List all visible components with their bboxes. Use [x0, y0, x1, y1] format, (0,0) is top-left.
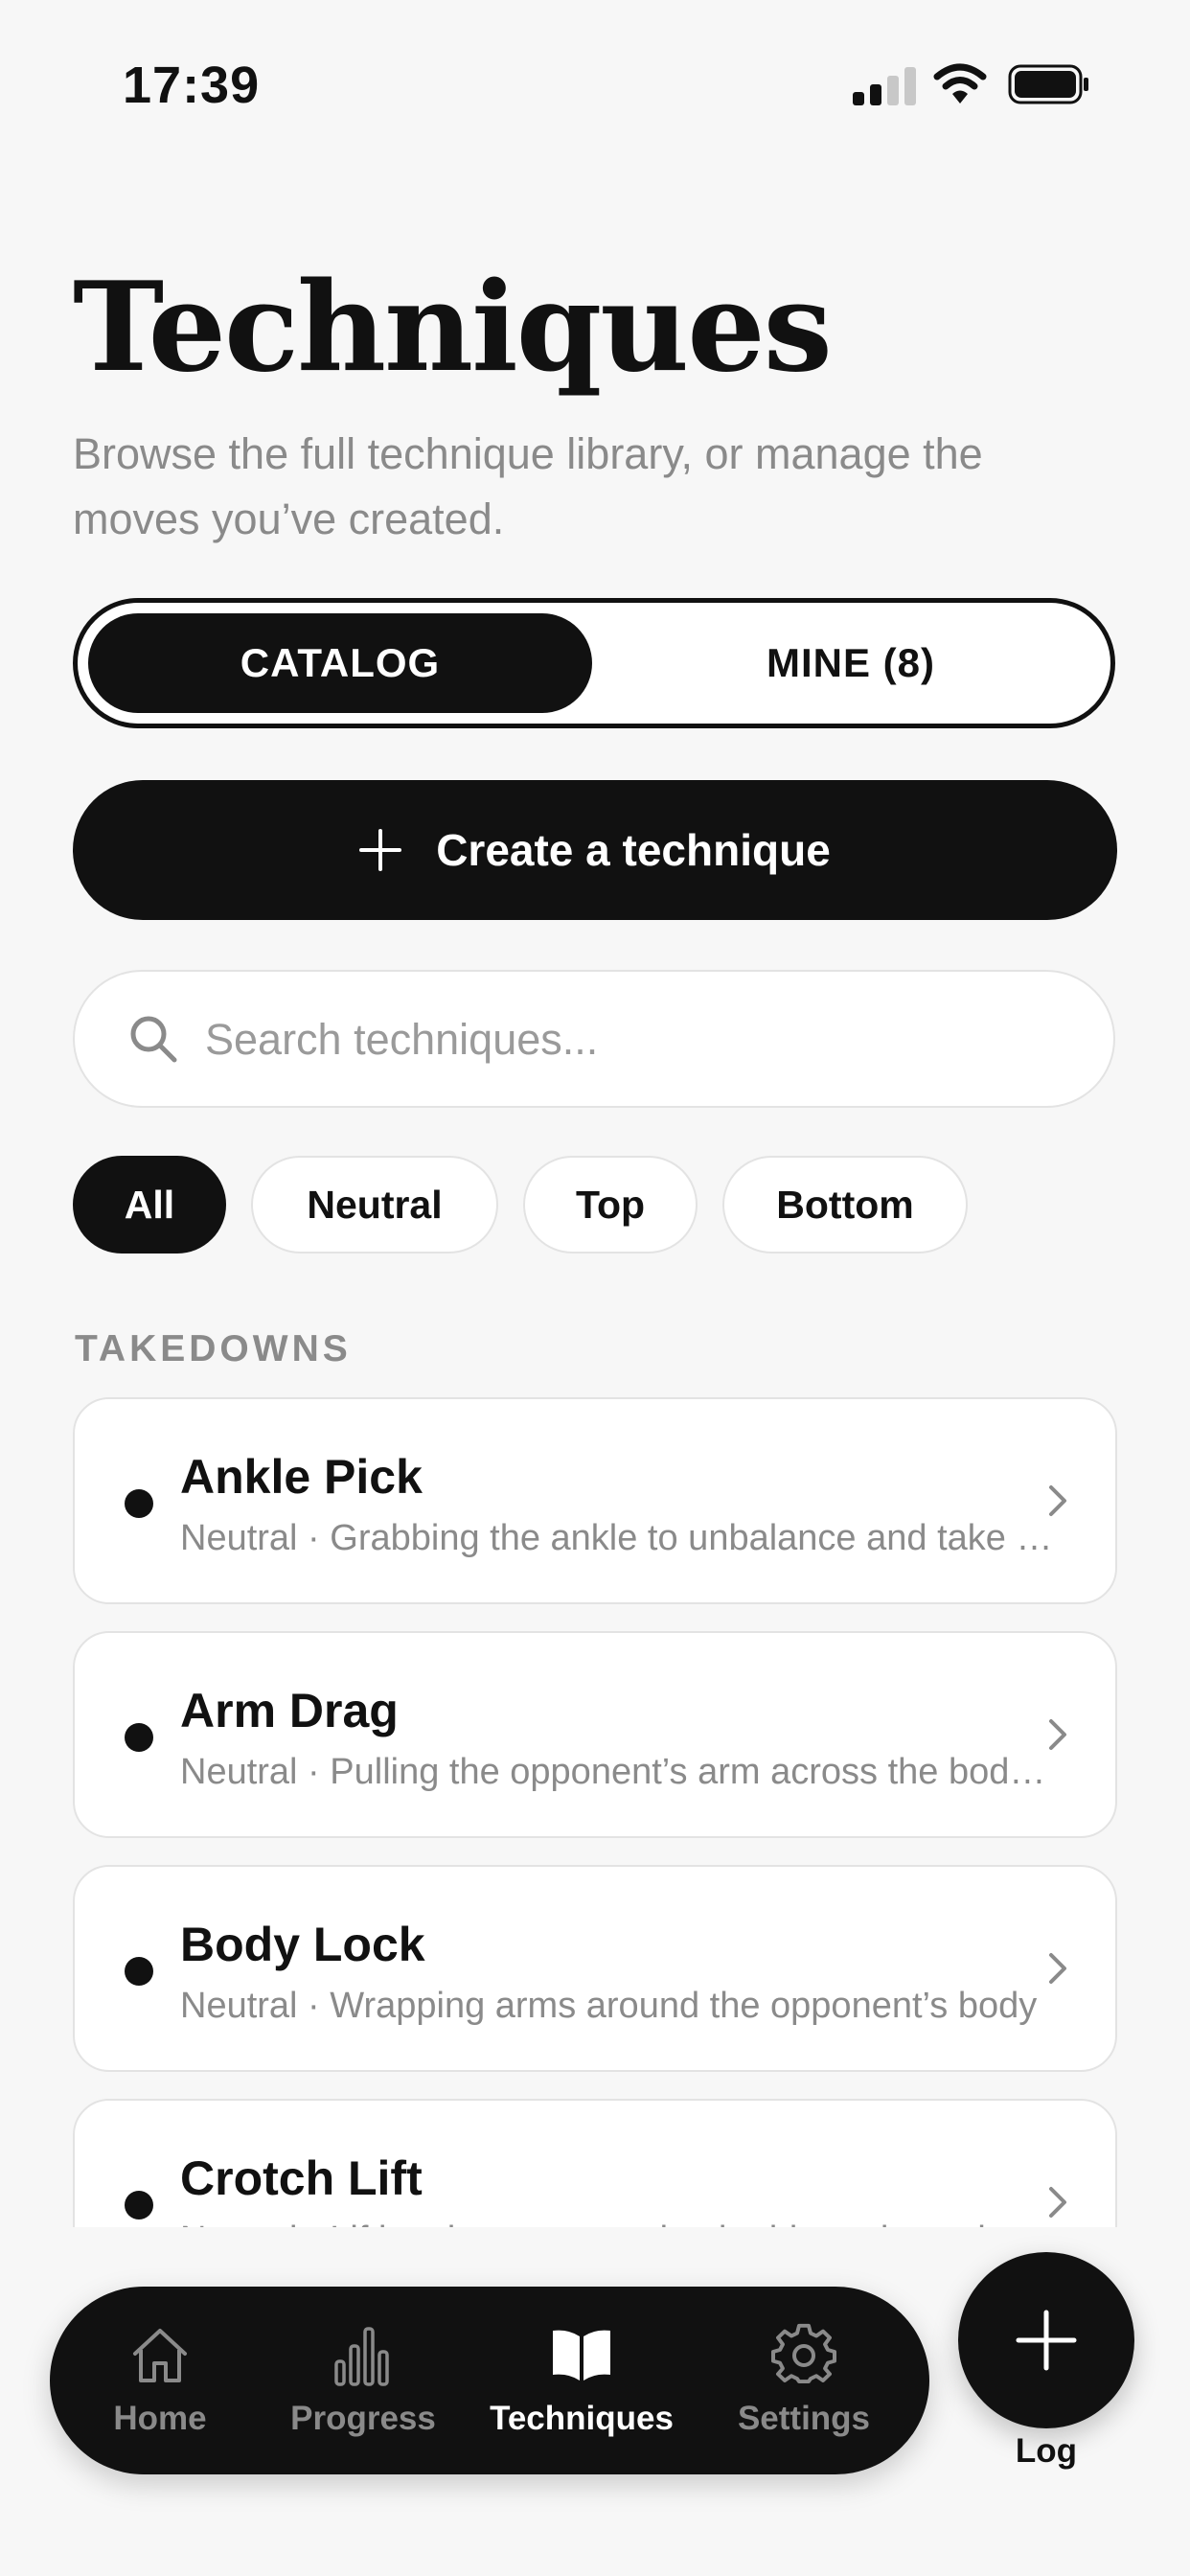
- cellular-signal-icon: [853, 67, 916, 105]
- gear-icon: [771, 2323, 836, 2383]
- wifi-icon: [933, 63, 987, 104]
- tab-mine[interactable]: MINE (8): [602, 613, 1100, 713]
- technique-card[interactable]: Crotch Lift Neutral · Lifting the oppone…: [73, 2099, 1117, 2227]
- chevron-right-icon: [1049, 1485, 1066, 1516]
- page-subtitle: Browse the full technique library, or ma…: [73, 429, 983, 543]
- tab-progress[interactable]: Progress: [276, 2287, 450, 2474]
- technique-list: Ankle Pick Neutral · Grabbing the ankle …: [0, 1380, 1190, 2227]
- filter-chip-top[interactable]: Top: [523, 1156, 698, 1254]
- chevron-right-icon: [1049, 2187, 1066, 2218]
- technique-name: Crotch Lift: [180, 2151, 423, 2205]
- tab-home[interactable]: Home: [107, 2287, 213, 2474]
- tab-catalog[interactable]: CATALOG: [88, 613, 592, 713]
- technique-name: Arm Drag: [180, 1684, 399, 1737]
- bullet-dot: [125, 2191, 153, 2220]
- bullet-dot: [125, 1957, 153, 1986]
- tab-settings-label: Settings: [737, 2400, 871, 2437]
- create-technique-button[interactable]: Create a technique: [73, 780, 1117, 920]
- bar-chart-icon: [334, 2327, 389, 2386]
- technique-name: Body Lock: [180, 1918, 425, 1971]
- battery-icon: [1008, 64, 1088, 104]
- techniques-screen: 17:39 Techniques Browse the full techniq…: [0, 0, 1190, 2576]
- technique-card[interactable]: Ankle Pick Neutral · Grabbing the ankle …: [73, 1397, 1117, 1604]
- section-label-takedowns: TAKEDOWNS: [75, 1328, 352, 1369]
- page-title: Techniques: [73, 256, 833, 400]
- search-input[interactable]: [203, 991, 1069, 1089]
- search-icon: [130, 1016, 177, 1063]
- home-icon: [133, 2329, 187, 2382]
- filter-chip-bottom[interactable]: Bottom: [722, 1156, 968, 1254]
- technique-name: Ankle Pick: [180, 1450, 423, 1504]
- filter-chip-all[interactable]: All: [73, 1156, 226, 1254]
- technique-description: Neutral · Pulling the opponent’s arm acr…: [180, 1752, 1062, 1792]
- tab-settings[interactable]: Settings: [732, 2287, 876, 2474]
- technique-description: Neutral · Wrapping arms around the oppon…: [180, 1986, 1038, 2026]
- technique-description: Neutral · Lifting the opponent by the hi…: [180, 2220, 1062, 2227]
- tab-home-label: Home: [113, 2400, 207, 2437]
- technique-description: Neutral · Grabbing the ankle to unbalanc…: [180, 1518, 1062, 1558]
- chevron-right-icon: [1049, 1953, 1066, 1984]
- bullet-dot: [125, 1723, 153, 1752]
- tab-techniques-label: Techniques: [490, 2400, 674, 2437]
- log-fab-label: Log: [1015, 2432, 1078, 2470]
- technique-card[interactable]: Arm Drag Neutral · Pulling the opponent’…: [73, 1631, 1117, 1838]
- filter-chip-neutral[interactable]: Neutral: [251, 1156, 498, 1254]
- status-time: 17:39: [123, 57, 261, 114]
- tab-techniques[interactable]: Techniques: [490, 2287, 674, 2474]
- log-fab-button[interactable]: [958, 2252, 1134, 2428]
- bullet-dot: [125, 1489, 153, 1518]
- plus-icon: [1016, 2310, 1077, 2371]
- search-bar: [73, 970, 1115, 1108]
- chevron-right-icon: [1049, 1719, 1066, 1750]
- bottom-tab-bar: Home Progress Techniques Settings: [50, 2287, 929, 2474]
- create-technique-label: Create a technique: [436, 825, 831, 875]
- open-book-icon: [553, 2330, 610, 2380]
- catalog-mine-toggle: CATALOG MINE (8): [73, 598, 1115, 728]
- technique-card[interactable]: Body Lock Neutral · Wrapping arms around…: [73, 1865, 1117, 2072]
- tab-progress-label: Progress: [290, 2400, 436, 2437]
- plus-icon: [359, 829, 402, 871]
